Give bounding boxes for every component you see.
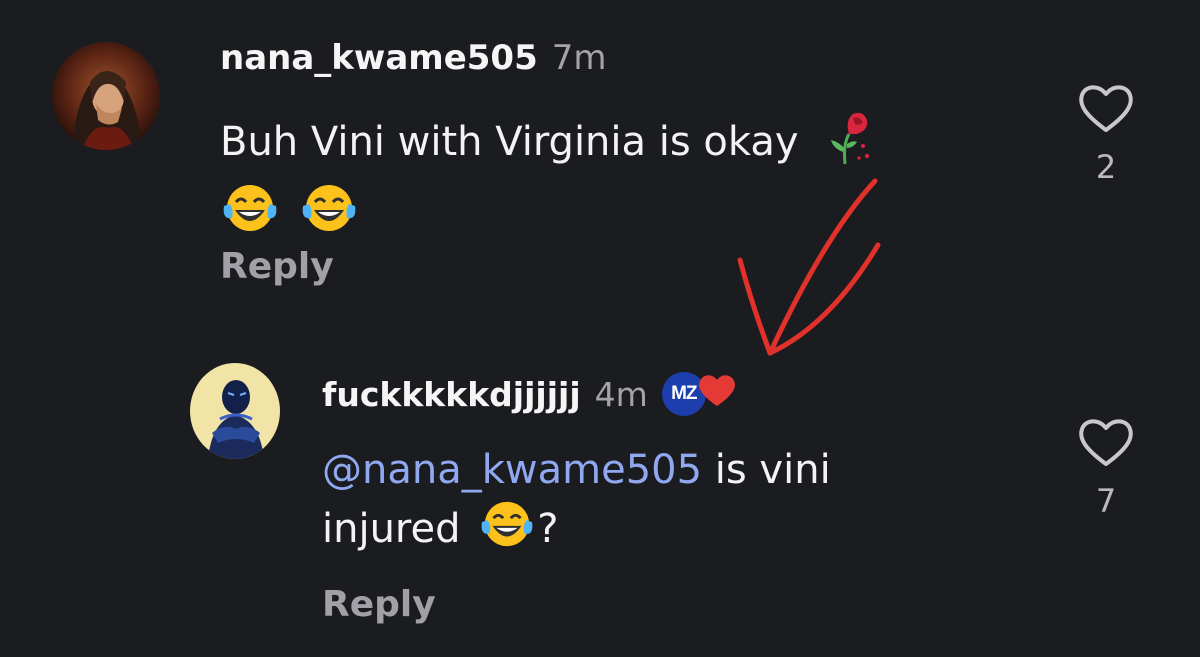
- comment-text: @nana_kwame505 is vini injured ?: [322, 444, 1042, 565]
- tears-of-joy-emoji: [477, 497, 537, 565]
- comment-text-end: ?: [537, 505, 559, 552]
- heart-outline-icon[interactable]: [1076, 82, 1136, 138]
- comment-text-line: Buh Vini with Virginia is okay: [220, 118, 799, 165]
- avatar[interactable]: [190, 363, 280, 459]
- like-count: 7: [1095, 482, 1117, 520]
- comment-text-line: is vini: [702, 447, 831, 493]
- fan-badge: MZ: [661, 372, 738, 416]
- username[interactable]: fuckkkkkdjjjjjj: [322, 375, 581, 414]
- like-count: 2: [1095, 148, 1117, 186]
- comment-text-line: injured: [322, 505, 461, 552]
- like-control: 2: [1076, 82, 1136, 186]
- reply-button[interactable]: Reply: [322, 584, 436, 625]
- tears-of-joy-emoji: [220, 180, 280, 250]
- tears-of-joy-emoji: [299, 180, 359, 250]
- mention-link[interactable]: @nana_kwame505: [322, 447, 702, 493]
- red-heart-icon: [696, 372, 738, 416]
- timestamp: 4m: [594, 374, 648, 414]
- heart-outline-icon[interactable]: [1076, 416, 1136, 472]
- comment-text: Buh Vini with Virginia is okay: [220, 108, 1020, 250]
- red-arrow-annotation: [730, 175, 900, 369]
- avatar[interactable]: [52, 42, 160, 150]
- like-control: 7: [1076, 416, 1136, 520]
- comment-meta: nana_kwame505 7m: [220, 36, 607, 80]
- comment-meta: fuckkkkkdjjjjjj 4m MZ: [322, 370, 738, 418]
- timestamp: 7m: [551, 38, 607, 78]
- wilted-rose-emoji: [823, 108, 873, 180]
- username[interactable]: nana_kwame505: [220, 38, 538, 78]
- reply-button[interactable]: Reply: [220, 246, 334, 287]
